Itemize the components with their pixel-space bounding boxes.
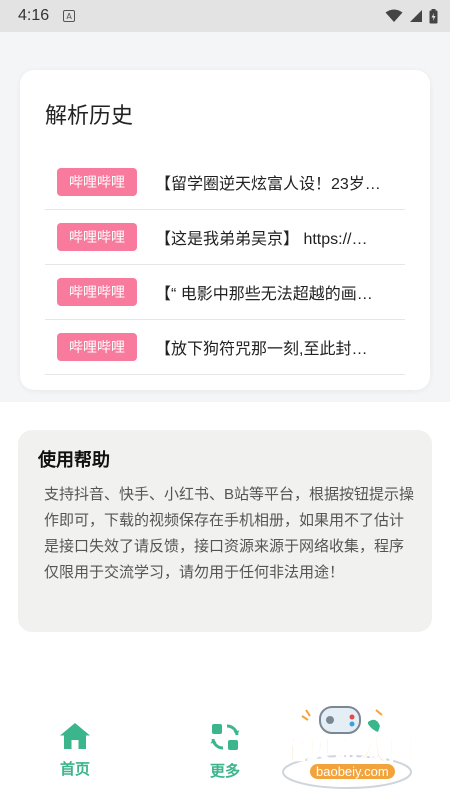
status-icons [385, 8, 438, 24]
nav-more-label: 更多 [209, 763, 240, 780]
history-item[interactable]: 哔哩哔哩 【留学圈逆天炫富人设！23岁… [45, 155, 405, 210]
signal-icon [410, 10, 422, 22]
refresh-swap-icon [210, 724, 240, 750]
history-item[interactable]: 哔哩哔哩 【“ 电影中那些无法超越的画… [45, 265, 405, 320]
history-item-title: 【“ 电影中那些无法超越的画… [155, 286, 373, 303]
watermark-url: baobeiy.com [310, 764, 395, 779]
help-body: 支持抖音、快手、小红书、B站等平台，根据按钮提示操作即可，下载的视频保存在手机相… [44, 486, 415, 581]
watermark: 宝贝游戏网 baobeiy.com [272, 702, 422, 792]
history-item-title: 【这是我弟弟吴京】 https://… [155, 231, 368, 248]
status-bar: 4:16 A [0, 0, 450, 32]
notification-a-icon: A [63, 10, 76, 22]
watermark-text: 宝贝游戏网 [279, 735, 416, 766]
history-list: 哔哩哔哩 【留学圈逆天炫富人设！23岁… 哔哩哔哩 【这是我弟弟吴京】 http… [45, 155, 405, 375]
status-time: 4:16 [18, 7, 50, 24]
platform-tag: 哔哩哔哩 [57, 168, 137, 196]
history-title: 解析历史 [45, 103, 134, 128]
history-section: 解析历史 哔哩哔哩 【留学圈逆天炫富人设！23岁… 哔哩哔哩 【这是我弟弟吴京】… [0, 32, 450, 402]
platform-tag: 哔哩哔哩 [57, 278, 137, 306]
main-content: 使用帮助 支持抖音、快手、小红书、B站等平台，根据按钮提示操作即可，下载的视频保… [0, 402, 450, 800]
nav-more[interactable]: 更多 [190, 722, 260, 781]
history-card: 解析历史 哔哩哔哩 【留学圈逆天炫富人设！23岁… 哔哩哔哩 【这是我弟弟吴京】… [20, 70, 430, 390]
nav-home[interactable]: 首页 [40, 722, 110, 779]
help-card: 使用帮助 支持抖音、快手、小红书、B站等平台，根据按钮提示操作即可，下载的视频保… [18, 430, 432, 632]
home-icon [60, 723, 90, 749]
platform-tag: 哔哩哔哩 [57, 333, 137, 361]
help-title: 使用帮助 [38, 450, 110, 470]
history-item[interactable]: 哔哩哔哩 【这是我弟弟吴京】 https://… [45, 210, 405, 265]
nav-home-label: 首页 [59, 761, 90, 778]
platform-tag: 哔哩哔哩 [57, 223, 137, 251]
history-item-title: 【放下狗符咒那一刻,至此封… [155, 341, 368, 358]
wifi-icon [385, 9, 403, 22]
battery-icon [429, 8, 438, 23]
history-item[interactable]: 哔哩哔哩 【放下狗符咒那一刻,至此封… [45, 320, 405, 375]
history-item-title: 【留学圈逆天炫富人设！23岁… [155, 176, 381, 193]
